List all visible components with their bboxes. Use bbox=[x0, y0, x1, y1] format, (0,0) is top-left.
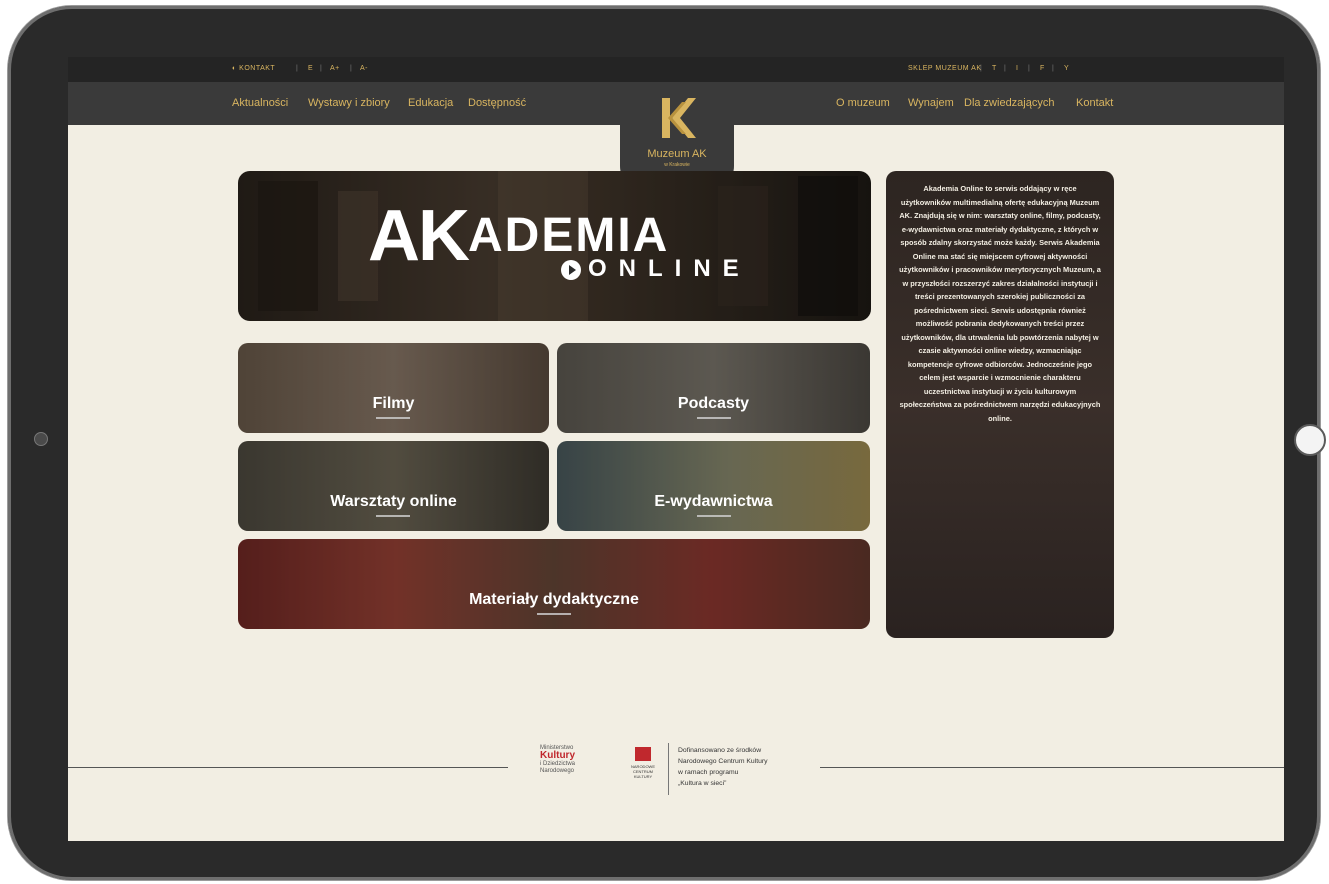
language-link[interactable]: E bbox=[308, 65, 313, 72]
youtube-icon[interactable]: Y bbox=[1064, 65, 1069, 72]
shop-link[interactable]: SKLEP MUZEUM AK bbox=[908, 65, 982, 72]
font-decrease-link[interactable]: A- bbox=[360, 65, 368, 72]
tile-label: Materiały dydaktyczne bbox=[469, 591, 639, 608]
font-increase-link[interactable]: A+ bbox=[330, 65, 340, 72]
nav-item-kontakt[interactable]: Kontakt bbox=[1076, 97, 1113, 109]
tile-materialy[interactable]: Materiały dydaktyczne bbox=[238, 539, 870, 629]
nck-logo: NARODOWE CENTRUM KULTURY bbox=[626, 747, 660, 779]
play-icon bbox=[561, 260, 581, 280]
top-bar: ◐ KONTAKT | E | A+ | A- SKLEP MUZEUM AK … bbox=[68, 57, 1284, 82]
nck-mark-icon bbox=[635, 747, 651, 761]
tile-filmy[interactable]: Filmy bbox=[238, 343, 549, 433]
tile-label: E-wydawnictwa bbox=[654, 493, 773, 510]
footer-separator bbox=[668, 743, 669, 795]
nav-item-dla-zwiedzajacych[interactable]: Dla zwiedzających bbox=[964, 97, 1054, 109]
footer-divider-left bbox=[68, 767, 508, 768]
nav-item-wystawy[interactable]: Wystawy i zbiory bbox=[308, 97, 390, 109]
nav-item-edukacja[interactable]: Edukacja bbox=[408, 97, 453, 109]
tile-warsztaty[interactable]: Warsztaty online bbox=[238, 441, 549, 531]
separator: | bbox=[1028, 65, 1031, 72]
separator: | bbox=[1052, 65, 1055, 72]
tile-overlay bbox=[238, 441, 549, 531]
funding-line-4: „Kultura w sieci” bbox=[678, 780, 727, 787]
tile-overlay bbox=[557, 441, 870, 531]
screen: ◐ KONTAKT | E | A+ | A- SKLEP MUZEUM AK … bbox=[68, 57, 1284, 841]
funding-line-3: w ramach programu bbox=[678, 769, 739, 776]
hero-banner: AKADEMIA ONLINE bbox=[238, 171, 871, 321]
nav-item-o-muzeum[interactable]: O muzeum bbox=[836, 97, 890, 109]
tile-overlay bbox=[238, 343, 549, 433]
logo-subtext: w Krakowie bbox=[664, 162, 690, 168]
hero-title-ak: AK bbox=[368, 196, 470, 276]
tile-podcasty[interactable]: Podcasty bbox=[557, 343, 870, 433]
separator: | bbox=[350, 65, 353, 72]
separator: | bbox=[320, 65, 323, 72]
separator: | bbox=[980, 65, 983, 72]
tile-underline bbox=[376, 417, 410, 419]
ministry-line-3: i Dziedzictwa Narodowego bbox=[540, 761, 576, 774]
tile-label: Warsztaty online bbox=[330, 493, 457, 510]
instagram-icon[interactable]: I bbox=[1016, 65, 1018, 72]
separator: | bbox=[296, 65, 299, 72]
tile-underline bbox=[537, 613, 571, 615]
tile-label: Filmy bbox=[372, 395, 415, 412]
tablet-camera bbox=[34, 432, 48, 446]
tile-underline bbox=[697, 417, 731, 419]
tile-label: Podcasty bbox=[677, 395, 750, 412]
tile-underline bbox=[697, 515, 731, 517]
nav-item-aktualnosci[interactable]: Aktualności bbox=[232, 97, 288, 109]
funding-note: Dofinansowano ze środków Narodowego Cent… bbox=[678, 745, 818, 789]
tile-overlay bbox=[238, 539, 870, 629]
separator: | bbox=[1004, 65, 1007, 72]
funding-line-1: Dofinansowano ze środków bbox=[678, 747, 762, 754]
nav-item-dostepnosc[interactable]: Dostępność bbox=[468, 97, 526, 109]
description-text: Akademia Online to serwis oddający w ręc… bbox=[899, 184, 1101, 423]
logo-icon bbox=[662, 98, 696, 138]
tablet-home-button[interactable] bbox=[1294, 424, 1326, 456]
nck-text: NARODOWE CENTRUM KULTURY bbox=[631, 764, 655, 779]
tile-e-wydawnictwa[interactable]: E-wydawnictwa bbox=[557, 441, 870, 531]
facebook-icon[interactable]: F bbox=[1040, 65, 1045, 72]
twitter-icon[interactable]: T bbox=[992, 65, 997, 72]
tile-overlay bbox=[557, 343, 870, 433]
logo-text: Muzeum AK bbox=[647, 148, 707, 160]
tile-underline bbox=[376, 515, 410, 517]
ministry-line-2: Kultury bbox=[540, 750, 575, 761]
footer-divider-right bbox=[820, 767, 1284, 768]
nav-item-wynajem[interactable]: Wynajem bbox=[908, 97, 954, 109]
ministry-logo: Ministerstwo Kultury i Dziedzictwa Narod… bbox=[540, 745, 610, 775]
description-panel: Akademia Online to serwis oddający w ręc… bbox=[886, 171, 1114, 638]
contact-link[interactable]: ◐ KONTAKT bbox=[232, 65, 275, 72]
funding-line-2: Narodowego Centrum Kultury bbox=[678, 758, 768, 765]
hero-subtitle: ONLINE bbox=[588, 255, 751, 282]
